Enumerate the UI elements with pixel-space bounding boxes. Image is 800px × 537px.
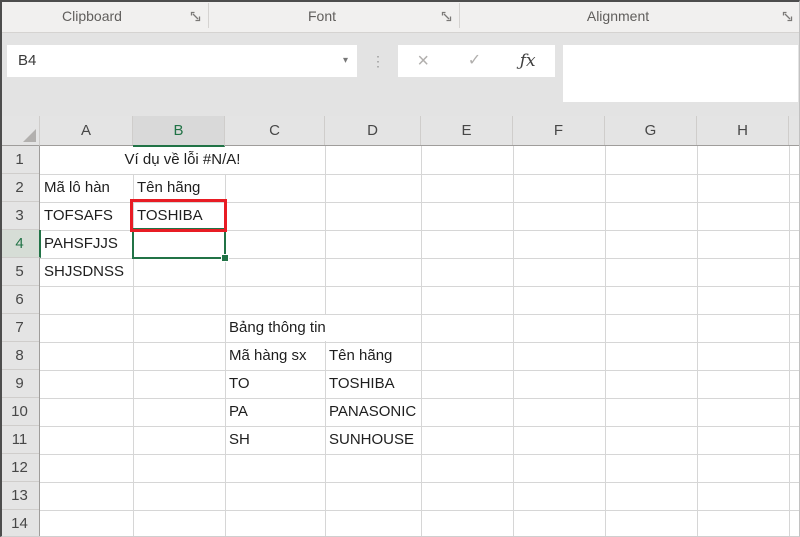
alignment-group-label: Alignment <box>460 0 776 32</box>
alignment-dialog-launcher-icon[interactable] <box>781 10 794 23</box>
column-header-E[interactable]: E <box>421 116 513 145</box>
active-cell-selection-border[interactable] <box>132 228 226 259</box>
ribbon-group-clipboard: Clipboard <box>0 0 208 32</box>
cell-C9[interactable]: TO <box>226 371 253 397</box>
worksheet: ABCDEFGH 1234567891011121314 Ví dụ về lỗ… <box>0 116 800 537</box>
column-header-G[interactable]: G <box>605 116 697 145</box>
gridline <box>40 426 800 427</box>
formula-bar-buttons: × ✓ ƒx <box>398 45 555 77</box>
row-header-14[interactable]: 14 <box>0 510 39 537</box>
fill-handle[interactable] <box>221 254 229 262</box>
gridline <box>40 342 800 343</box>
cell-D11[interactable]: SUNHOUSE <box>326 427 417 453</box>
gridline <box>40 510 800 511</box>
cell-D10[interactable]: PANASONIC <box>326 399 419 425</box>
column-header-B[interactable]: B <box>133 116 225 147</box>
select-all-triangle-icon <box>23 129 36 142</box>
name-box[interactable]: B4 ▾ <box>7 45 357 77</box>
ribbon-group-alignment: Alignment <box>460 0 800 32</box>
select-all-button[interactable] <box>0 116 40 146</box>
row-header-band: 1234567891011121314 <box>0 146 40 537</box>
cell-A4[interactable]: PAHSFJJS <box>41 231 121 257</box>
row-header-1[interactable]: 1 <box>0 146 39 174</box>
cell-C7[interactable]: Bảng thông tin <box>226 315 329 341</box>
row-header-4[interactable]: 4 <box>0 230 41 258</box>
row-header-6[interactable]: 6 <box>0 286 39 314</box>
gridline <box>40 314 800 315</box>
cell-A2[interactable]: Mã lô hàn <box>41 175 113 201</box>
formula-bar-drag-handle[interactable]: ⋮ <box>370 45 386 77</box>
row-header-7[interactable]: 7 <box>0 314 39 342</box>
column-header-C[interactable]: C <box>225 116 325 145</box>
font-dialog-launcher-icon[interactable] <box>440 10 453 23</box>
column-header-F[interactable]: F <box>513 116 605 145</box>
name-box-value: B4 <box>18 45 36 77</box>
insert-function-icon[interactable]: ƒx <box>520 53 536 70</box>
row-header-3[interactable]: 3 <box>0 202 39 230</box>
column-header-D[interactable]: D <box>325 116 421 145</box>
ribbon-group-font: Font <box>209 0 459 32</box>
row-header-11[interactable]: 11 <box>0 426 39 454</box>
row-header-8[interactable]: 8 <box>0 342 39 370</box>
cell-C11[interactable]: SH <box>226 427 253 453</box>
gridline <box>40 286 800 287</box>
cell-D8[interactable]: Tên hãng <box>326 343 395 369</box>
row-header-2[interactable]: 2 <box>0 174 39 202</box>
gridline <box>40 370 800 371</box>
column-header-band: ABCDEFGH <box>0 116 800 146</box>
row-header-12[interactable]: 12 <box>0 454 39 482</box>
gridline <box>40 398 800 399</box>
formula-bar-region: B4 ▾ ⋮ × ✓ ƒx <box>0 33 800 116</box>
cell-C10[interactable]: PA <box>226 399 251 425</box>
gridline <box>40 454 800 455</box>
ribbon-strip: Clipboard Font Alignment <box>0 0 800 33</box>
row-header-9[interactable]: 9 <box>0 370 39 398</box>
column-header-H[interactable]: H <box>697 116 789 145</box>
font-group-label: Font <box>209 0 435 32</box>
cancel-icon[interactable]: × <box>417 51 429 71</box>
cell-D9[interactable]: TOSHIBA <box>326 371 398 397</box>
row-header-5[interactable]: 5 <box>0 258 39 286</box>
cell-A1-merged-title[interactable]: Ví dụ về lỗi #N/A! <box>40 146 325 174</box>
column-header-partial[interactable] <box>789 116 800 145</box>
name-box-dropdown-icon[interactable]: ▾ <box>343 45 348 77</box>
row-header-10[interactable]: 10 <box>0 398 39 426</box>
cell-B2[interactable]: Tên hãng <box>134 175 203 201</box>
clipboard-group-label: Clipboard <box>0 0 184 32</box>
column-header-A[interactable]: A <box>40 116 133 145</box>
row-header-13[interactable]: 13 <box>0 482 39 510</box>
cell-A3[interactable]: TOFSAFS <box>41 203 116 229</box>
cell-C8[interactable]: Mã hàng sx <box>226 343 310 369</box>
formula-input[interactable] <box>563 45 798 102</box>
annotation-box-b3 <box>130 199 227 232</box>
clipboard-dialog-launcher-icon[interactable] <box>189 10 202 23</box>
excel-window: Clipboard Font Alignment B4 ▾ ⋮ × <box>0 0 800 537</box>
gridline <box>40 482 800 483</box>
cell-A5[interactable]: SHJSDNSS <box>41 259 127 285</box>
enter-icon[interactable]: ✓ <box>468 53 481 69</box>
